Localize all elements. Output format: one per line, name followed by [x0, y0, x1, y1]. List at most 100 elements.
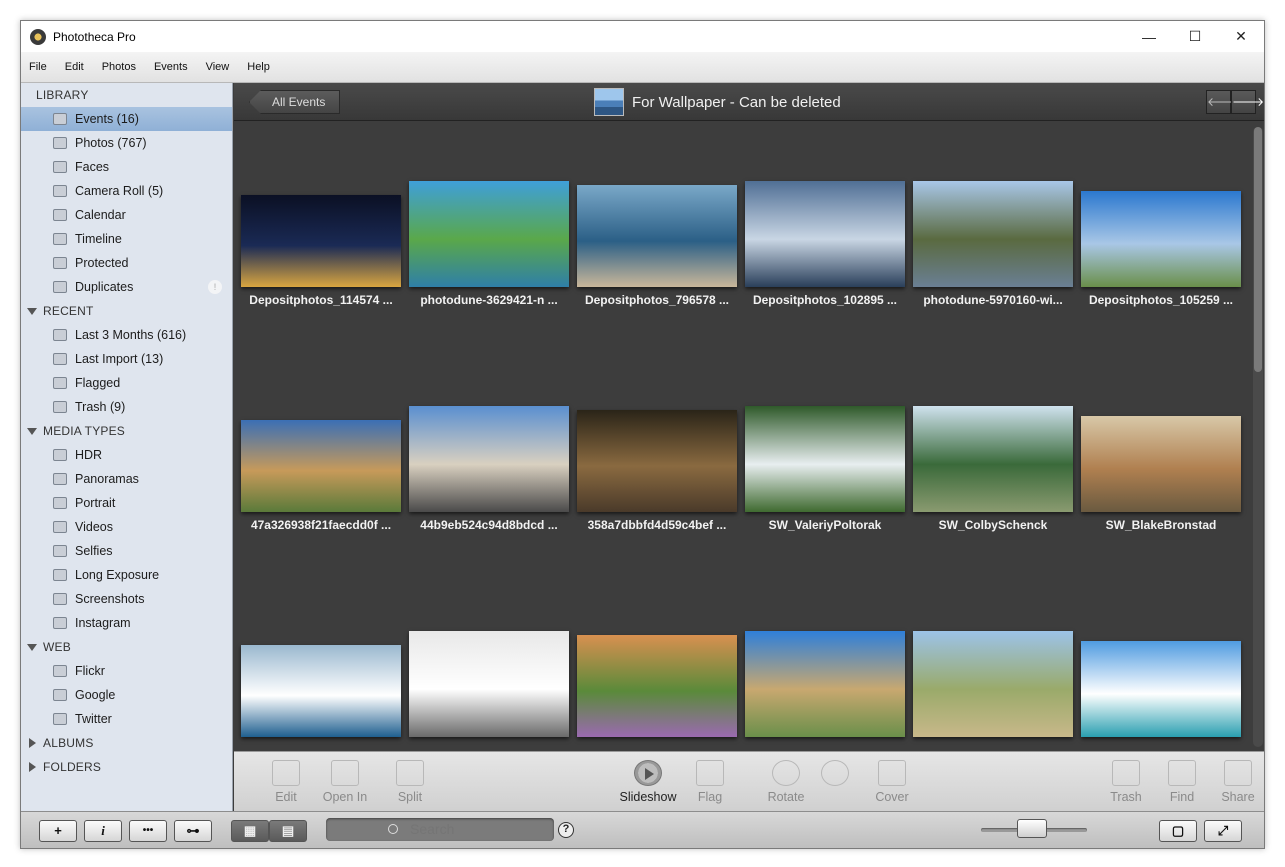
help-button[interactable]: ?	[558, 822, 574, 838]
sidebar-item-long-exposure[interactable]: Long Exposure	[21, 563, 232, 587]
photo-tile[interactable]: SW_BlakeBronstad	[1077, 402, 1245, 602]
photo-tile[interactable]: Depositphotos_796578 ...	[573, 177, 741, 377]
sidebar-item-faces[interactable]: Faces	[21, 155, 232, 179]
minimize-button[interactable]: —	[1126, 21, 1172, 52]
edit-button[interactable]: Edit	[266, 760, 306, 804]
fullscreen-button[interactable]: ⤢	[1204, 820, 1242, 842]
photo-tile[interactable]: SW_ColbySchenck	[909, 402, 1077, 602]
sidebar-item-google[interactable]: Google	[21, 683, 232, 707]
photo-thumbnail[interactable]	[745, 406, 905, 512]
photo-thumbnail[interactable]	[577, 185, 737, 287]
next-event-button[interactable]: 🡒	[1231, 90, 1264, 114]
section-albums[interactable]: ALBUMS	[21, 731, 232, 755]
add-button[interactable]: +	[39, 820, 77, 842]
fit-view-button[interactable]: ▢	[1159, 820, 1197, 842]
more-button[interactable]: •••	[129, 820, 167, 842]
sidebar-item-portrait[interactable]: Portrait	[21, 491, 232, 515]
photo-tile[interactable]: Depositphotos_105259 ...	[1077, 177, 1245, 377]
key-button[interactable]: ⊶	[174, 820, 212, 842]
sidebar-item-last-3-months[interactable]: Last 3 Months (616)	[21, 323, 232, 347]
trash-label: Trash	[1110, 790, 1142, 804]
find-button[interactable]: Find	[1166, 760, 1198, 804]
photo-thumbnail[interactable]	[577, 635, 737, 737]
menu-edit[interactable]: Edit	[65, 61, 84, 73]
photo-tile[interactable]: photodune-5970160-wi...	[909, 177, 1077, 377]
info-button[interactable]: i	[84, 820, 122, 842]
photo-tile[interactable]: 44b9eb524c94d8bdcd ...	[405, 402, 573, 602]
photo-tile[interactable]: photodune-3629421-n ...	[405, 177, 573, 377]
sidebar-item-camera-roll[interactable]: Camera Roll (5)	[21, 179, 232, 203]
photo-thumbnail[interactable]	[745, 631, 905, 737]
faces-icon	[53, 161, 67, 173]
photo-thumbnail[interactable]	[745, 181, 905, 287]
sidebar-item-hdr[interactable]: HDR	[21, 443, 232, 467]
sidebar-item-instagram[interactable]: Instagram	[21, 611, 232, 635]
sidebar-item-videos[interactable]: Videos	[21, 515, 232, 539]
photo-thumbnail[interactable]	[1081, 191, 1241, 287]
photo-tile[interactable]: 47a326938f21faecdd0f ...	[237, 402, 405, 602]
photo-thumbnail[interactable]	[913, 181, 1073, 287]
grid-view-button[interactable]: ▦	[231, 820, 269, 842]
split-label: Split	[397, 790, 423, 804]
photo-thumbnail[interactable]	[409, 406, 569, 512]
prev-event-button[interactable]: 🡐	[1206, 90, 1239, 114]
section-folders[interactable]: FOLDERS	[21, 755, 232, 779]
sidebar-item-duplicates[interactable]: Duplicates!	[21, 275, 232, 299]
photo-tile[interactable]: 358a7dbbfd4d59c4bef ...	[573, 402, 741, 602]
vertical-scrollbar[interactable]	[1253, 127, 1263, 747]
menu-photos[interactable]: Photos	[102, 61, 136, 73]
cover-button[interactable]: Cover	[872, 760, 912, 804]
photo-thumbnail[interactable]	[1081, 416, 1241, 512]
photo-tile[interactable]: Depositphotos_114574 ...	[237, 177, 405, 377]
menu-help[interactable]: Help	[247, 61, 270, 73]
sidebar-item-twitter[interactable]: Twitter	[21, 707, 232, 731]
sidebar-item-label: HDR	[75, 448, 103, 462]
photo-thumbnail[interactable]	[577, 410, 737, 512]
share-button[interactable]: Share	[1218, 760, 1258, 804]
sidebar-item-timeline[interactable]: Timeline	[21, 227, 232, 251]
rotate-clockwise-button[interactable]	[820, 760, 850, 790]
photo-tile[interactable]: SW_ValeriyPoltorak	[741, 402, 909, 602]
close-button[interactable]: ✕	[1218, 21, 1264, 52]
rotate-button[interactable]: Rotate	[764, 760, 808, 804]
list-view-button[interactable]: ▤	[269, 820, 307, 842]
photo-grid: Depositphotos_114574 ... photodune-362942…	[234, 122, 1246, 752]
zoom-slider-knob[interactable]	[1017, 819, 1047, 838]
section-web[interactable]: WEB	[21, 635, 232, 659]
photo-tile[interactable]: Depositphotos_102895 ...	[741, 177, 909, 377]
sidebar-item-selfies[interactable]: Selfies	[21, 539, 232, 563]
photo-thumbnail[interactable]	[241, 195, 401, 287]
sidebar-item-screenshots[interactable]: Screenshots	[21, 587, 232, 611]
sidebar-item-events[interactable]: Events (16)	[21, 107, 232, 131]
sidebar-item-photos[interactable]: Photos (767)	[21, 131, 232, 155]
sidebar-item-calendar[interactable]: Calendar	[21, 203, 232, 227]
section-media-types[interactable]: MEDIA TYPES	[21, 419, 232, 443]
slideshow-button[interactable]: Slideshow	[616, 760, 680, 804]
sidebar-item-last-import[interactable]: Last Import (13)	[21, 347, 232, 371]
open-in-button[interactable]: Open In	[320, 760, 370, 804]
sidebar-item-panoramas[interactable]: Panoramas	[21, 467, 232, 491]
photo-thumbnail[interactable]	[913, 631, 1073, 737]
photo-thumbnail[interactable]	[1081, 641, 1241, 737]
photo-thumbnail[interactable]	[409, 631, 569, 737]
search-input[interactable]	[326, 818, 554, 841]
split-button[interactable]: Split	[392, 760, 428, 804]
all-events-button[interactable]: All Events	[249, 90, 341, 114]
flag-button[interactable]: Flag	[690, 760, 730, 804]
maximize-button[interactable]: ☐	[1172, 21, 1218, 52]
sidebar-item-flickr[interactable]: Flickr	[21, 659, 232, 683]
sidebar-item-protected[interactable]: Protected	[21, 251, 232, 275]
trash-button[interactable]: Trash	[1106, 760, 1146, 804]
sidebar-item-trash[interactable]: Trash (9)	[21, 395, 232, 419]
menu-file[interactable]: File	[29, 61, 47, 73]
photo-thumbnail[interactable]	[409, 181, 569, 287]
menu-view[interactable]: View	[206, 61, 230, 73]
photo-thumbnail[interactable]	[241, 645, 401, 737]
section-recent[interactable]: RECENT	[21, 299, 232, 323]
menu-events[interactable]: Events	[154, 61, 188, 73]
photo-caption: 47a326938f21faecdd0f ...	[250, 518, 392, 532]
photo-thumbnail[interactable]	[913, 406, 1073, 512]
scrollbar-thumb[interactable]	[1254, 127, 1262, 372]
sidebar-item-flagged[interactable]: Flagged	[21, 371, 232, 395]
photo-thumbnail[interactable]	[241, 420, 401, 512]
